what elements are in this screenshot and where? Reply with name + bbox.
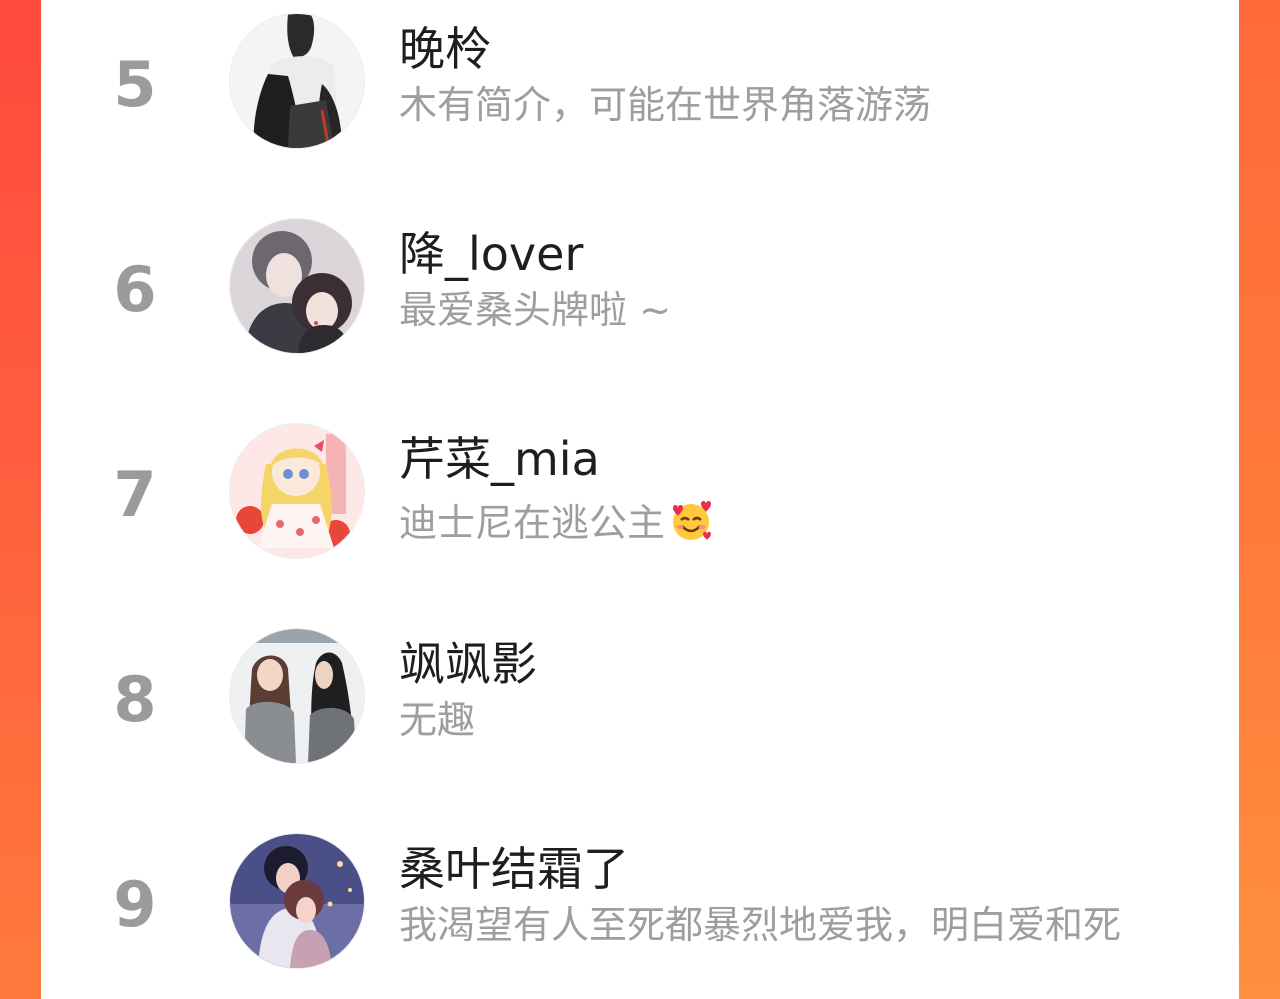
avatar-image [230,629,364,763]
ranking-list: 5 晚柃 木有简介，可能在世界角落游荡 6 降_lover 最爱桑头牌啦 ~ 7… [41,0,1239,999]
ranking-page: 5 晚柃 木有简介，可能在世界角落游荡 6 降_lover 最爱桑头牌啦 ~ 7… [0,0,1280,999]
user-bio-text: 迪士尼在逃公主 [399,501,666,545]
avatar-image [230,14,364,148]
user-bio: 无趣 [399,698,476,742]
avatar-image [230,219,364,353]
background-edge [1238,0,1280,999]
user-bio: 木有简介，可能在世界角落游荡 [399,83,932,127]
user-bio: 迪士尼在逃公主 [399,496,715,550]
user-name: 飒飒影 [399,637,537,691]
user-name: 芹菜_mia [399,432,600,486]
list-item[interactable]: 9 桑叶结霜了 我渴望有人至死都暴烈地爱我，明白爱和死 [41,820,1239,999]
user-name: 降_lover [399,227,584,281]
rank-number: 5 [113,48,157,121]
avatar[interactable] [230,834,364,968]
list-item[interactable]: 7 芹菜_mia 迪士尼在逃公主 [41,410,1239,615]
list-item[interactable]: 6 降_lover 最爱桑头牌啦 ~ [41,205,1239,410]
user-bio: 最爱桑头牌啦 ~ [399,288,671,332]
avatar[interactable] [230,629,364,763]
avatar[interactable] [230,14,364,148]
user-name: 桑叶结霜了 [399,842,629,896]
rank-number: 6 [113,253,157,326]
rank-number: 8 [113,663,157,736]
avatar-image [230,834,364,968]
rank-number: 9 [113,868,157,941]
list-item[interactable]: 8 飒飒影 无趣 [41,615,1239,820]
smiling-face-with-hearts-icon [667,496,715,550]
list-item[interactable]: 5 晚柃 木有简介，可能在世界角落游荡 [41,0,1239,205]
avatar[interactable] [230,424,364,558]
avatar[interactable] [230,219,364,353]
rank-number: 7 [113,458,157,531]
user-name: 晚柃 [399,22,491,76]
avatar-image [230,424,364,558]
user-bio: 我渴望有人至死都暴烈地爱我，明白爱和死 [399,903,1122,947]
